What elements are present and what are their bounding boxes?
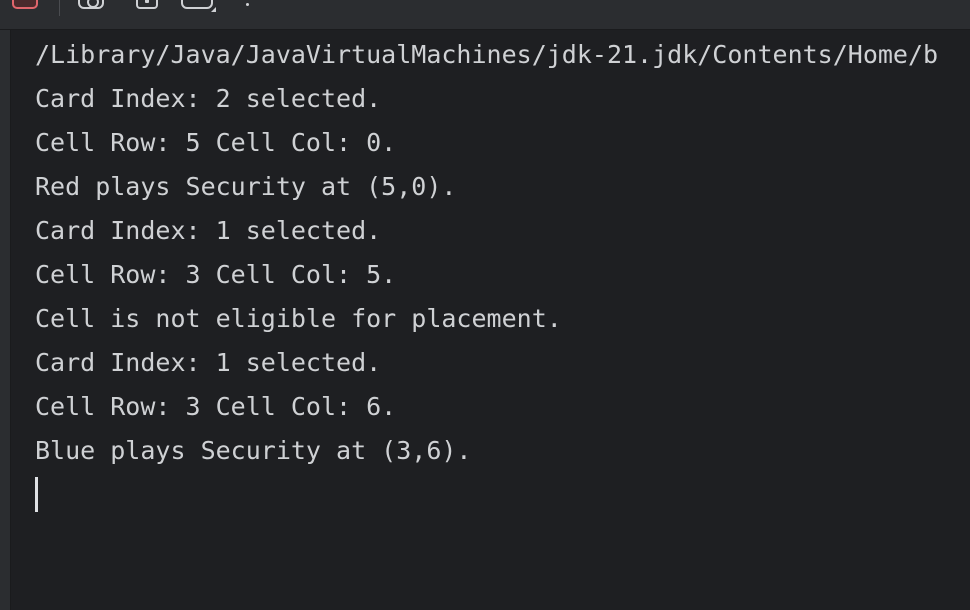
console-line: Card Index: 2 selected. bbox=[35, 84, 382, 113]
stop-icon[interactable] bbox=[12, 0, 38, 9]
console-line: Blue plays Security at (3,6). bbox=[35, 436, 472, 465]
console-line: Cell Row: 3 Cell Col: 6. bbox=[35, 392, 397, 421]
console-toolbar bbox=[0, 0, 970, 30]
toolbar-separator bbox=[59, 0, 60, 16]
console-gutter bbox=[0, 30, 11, 610]
console-line: Red plays Security at (5,0). bbox=[35, 172, 457, 201]
console-line: Cell Row: 5 Cell Col: 0. bbox=[35, 128, 397, 157]
console-line: Card Index: 1 selected. bbox=[35, 348, 382, 377]
console-line: /Library/Java/JavaVirtualMachines/jdk-21… bbox=[35, 40, 939, 69]
console-line: Cell Row: 3 Cell Col: 5. bbox=[35, 260, 397, 289]
run-console-window: /Library/Java/JavaVirtualMachines/jdk-21… bbox=[0, 0, 970, 610]
console-output[interactable]: /Library/Java/JavaVirtualMachines/jdk-21… bbox=[35, 33, 970, 610]
pin-icon[interactable] bbox=[136, 0, 158, 9]
screenshot-icon[interactable] bbox=[78, 0, 104, 9]
restore-layout-icon[interactable] bbox=[181, 0, 216, 12]
console-line: Cell is not eligible for placement. bbox=[35, 304, 562, 333]
text-caret bbox=[35, 477, 38, 512]
more-icon[interactable] bbox=[246, 3, 249, 6]
console-line: Card Index: 1 selected. bbox=[35, 216, 382, 245]
